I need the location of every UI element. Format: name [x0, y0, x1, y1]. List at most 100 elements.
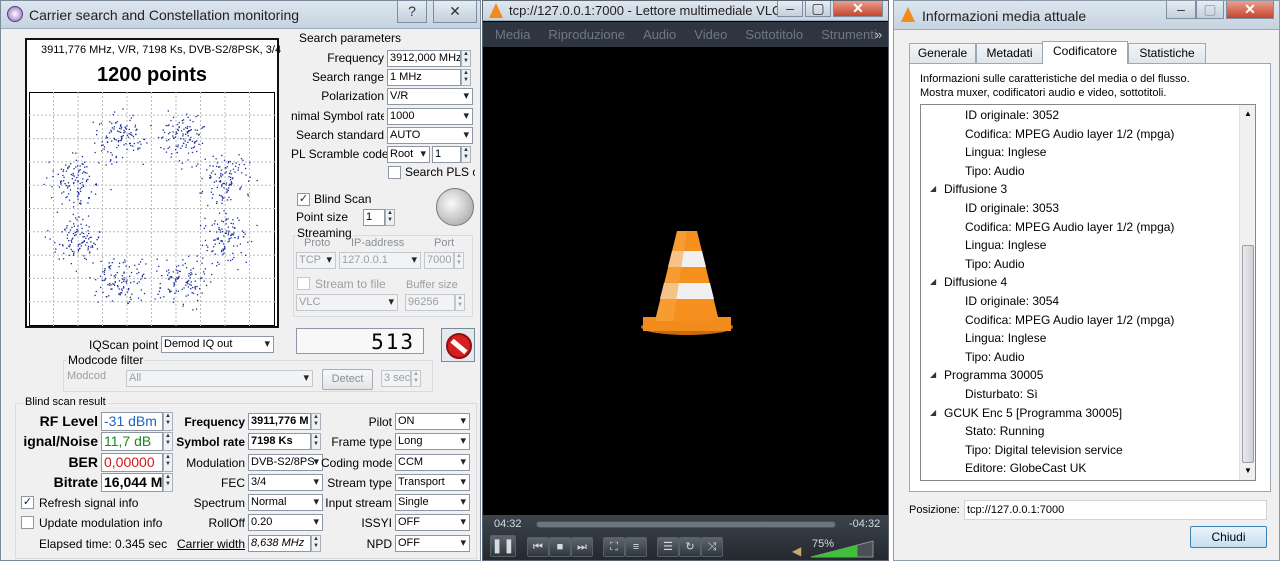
rolloff-select[interactable]: 0.20	[248, 514, 323, 531]
symbol-rate-spinner[interactable]: ▲ ▼	[311, 433, 321, 450]
volume-slider[interactable]	[809, 539, 875, 559]
scroll-down-icon[interactable]: ▼	[1244, 466, 1252, 475]
info-close-button[interactable]: ✕	[1226, 1, 1274, 19]
vlc-minimize-button[interactable]: –	[777, 1, 803, 17]
issyi-select[interactable]: OFF	[395, 514, 470, 531]
min-symbol-rate-select[interactable]: 1000	[387, 108, 473, 125]
menu-audio[interactable]: Audio	[643, 27, 676, 42]
tree-leaf[interactable]: Codifica: MPEG Audio layer 1/2 (mpga)	[965, 220, 1174, 234]
tree-leaf[interactable]: Tipo: Audio	[965, 257, 1025, 271]
input-stream-select[interactable]: Single	[395, 494, 470, 511]
detect-button[interactable]: Detect	[322, 369, 373, 390]
tree-node[interactable]: GCUK Enc 5 [Programma 30005]	[944, 406, 1122, 420]
tree-node[interactable]: Programma 30005	[944, 368, 1043, 382]
ber-spinner[interactable]: ▲ ▼	[163, 453, 173, 472]
rf-level-spinner[interactable]: ▲ ▼	[163, 412, 173, 431]
menu-riproduzione[interactable]: Riproduzione	[548, 27, 625, 42]
tree-leaf[interactable]: Disturbato: Sì	[965, 387, 1038, 401]
tree-expander-icon[interactable]: ◢	[930, 370, 936, 379]
menu-video[interactable]: Video	[694, 27, 727, 42]
tree-leaf[interactable]: Tipo: Audio	[965, 164, 1025, 178]
res-frequency-spinner[interactable]: ▲ ▼	[311, 413, 321, 430]
detect-time-input[interactable]: 3 sec	[381, 370, 411, 387]
satellite-logo[interactable]	[436, 188, 474, 226]
extended-settings-button[interactable]: ≡	[625, 537, 647, 557]
pl-scramble-number[interactable]: 1	[432, 146, 461, 163]
frame-type-select[interactable]: Long	[395, 433, 470, 450]
blind-scan-checkbox[interactable]: ✓	[297, 193, 310, 206]
speaker-icon[interactable]: ◀	[792, 544, 801, 558]
modulation-select[interactable]: DVB-S2/8PS	[248, 454, 323, 471]
seek-bar[interactable]	[536, 521, 836, 528]
coding-mode-select[interactable]: CCM	[395, 454, 470, 471]
menu-strumenti[interactable]: Strumenti	[821, 27, 877, 42]
scroll-thumb[interactable]	[1242, 245, 1254, 463]
loop-button[interactable]: ↻	[679, 537, 701, 557]
snr-spinner[interactable]: ▲ ▼	[163, 432, 173, 451]
tree-leaf[interactable]: ID originale: 3054	[965, 294, 1059, 308]
stream-type-select[interactable]: Transport	[395, 474, 470, 491]
tree-leaf[interactable]: ID originale: 3052	[965, 108, 1059, 122]
polarization-select[interactable]: V/R	[387, 88, 473, 105]
spectrum-select[interactable]: Normal	[248, 494, 323, 511]
tab-metadati[interactable]: Metadati	[976, 43, 1043, 63]
codec-tree[interactable]: ID originale: 3052 Codifica: MPEG Audio l…	[920, 104, 1256, 481]
frequency-spinner[interactable]: ▲ ▼	[461, 50, 471, 67]
tree-expander-icon[interactable]: ◢	[930, 277, 936, 286]
video-area[interactable]	[483, 47, 888, 515]
tree-expander-icon[interactable]: ◢	[930, 408, 936, 417]
tree-leaf[interactable]: Stato: Running	[965, 424, 1044, 438]
tree-leaf[interactable]: Tipo: Digital television service	[965, 443, 1123, 457]
tree-scrollbar[interactable]: ▲ ▼	[1239, 105, 1255, 480]
carrier-width-spinner[interactable]: ▲ ▼	[311, 535, 321, 552]
refresh-signal-checkbox[interactable]: ✓	[21, 496, 34, 509]
search-range-spinner[interactable]: ▲ ▼	[461, 69, 471, 86]
info-maximize-button[interactable]: ▢	[1196, 1, 1224, 19]
buffer-size-spinner[interactable]: ▲ ▼	[455, 294, 465, 311]
frequency-input[interactable]: 3912,000 MHz	[387, 50, 461, 67]
fec-select[interactable]: 3/4	[248, 474, 323, 491]
pilot-select[interactable]: ON	[395, 413, 470, 430]
tree-leaf[interactable]: Codifica: MPEG Audio layer 1/2 (mpga)	[965, 313, 1174, 327]
tree-leaf[interactable]: Codifica: MPEG Audio layer 1/2 (mpga)	[965, 127, 1174, 141]
tree-leaf[interactable]: Lingua: Inglese	[965, 238, 1046, 252]
bitrate-spinner[interactable]: ▲ ▼	[163, 473, 173, 492]
stop-button[interactable]	[441, 328, 475, 362]
tree-leaf[interactable]: Lingua: Inglese	[965, 331, 1046, 345]
iqscan-select[interactable]: Demod IQ out	[161, 336, 274, 353]
port-spinner[interactable]: ▲ ▼	[454, 252, 464, 269]
scroll-up-icon[interactable]: ▲	[1244, 109, 1252, 118]
vlc-maximize-button[interactable]: ▢	[805, 1, 831, 17]
buffer-size-input[interactable]: 96256	[405, 294, 455, 311]
previous-button[interactable]: ⏮	[527, 537, 549, 557]
tree-node[interactable]: Diffusione 3	[944, 182, 1007, 196]
modcode-select[interactable]: All	[126, 370, 313, 387]
point-size-spinner[interactable]: ▲ ▼	[385, 209, 395, 226]
update-modulation-checkbox[interactable]	[21, 516, 34, 529]
play-pause-button[interactable]: ❚❚	[490, 535, 516, 557]
player-select[interactable]: VLC	[296, 294, 398, 311]
info-minimize-button[interactable]: –	[1166, 1, 1196, 19]
tab-statistiche[interactable]: Statistiche	[1128, 43, 1206, 63]
close-button[interactable]: ✕	[433, 1, 477, 23]
tree-leaf[interactable]: Lingua: Inglese	[965, 145, 1046, 159]
search-pls-checkbox[interactable]	[388, 166, 401, 179]
tab-codificatore[interactable]: Codificatore	[1042, 41, 1128, 64]
vlc-close-button[interactable]: ✕	[833, 1, 883, 17]
npd-select[interactable]: OFF	[395, 535, 470, 552]
menu-media[interactable]: Media	[495, 27, 530, 42]
shuffle-button[interactable]: ⤨	[701, 537, 723, 557]
help-button[interactable]: ?	[397, 1, 427, 23]
detect-time-spinner[interactable]: ▲ ▼	[411, 370, 421, 387]
port-input[interactable]: 7000	[424, 252, 454, 269]
carrier-width-label[interactable]: Carrier width	[161, 537, 245, 551]
tree-leaf[interactable]: Editore: GlobeCast UK	[965, 461, 1086, 475]
position-field[interactable]: tcp://127.0.0.1:7000	[964, 500, 1267, 520]
stream-to-file-checkbox[interactable]	[297, 277, 310, 290]
tree-leaf[interactable]: Tipo: Audio	[965, 350, 1025, 364]
search-standard-select[interactable]: AUTO	[387, 127, 473, 144]
menu-sottotitolo[interactable]: Sottotitolo	[745, 27, 803, 42]
pl-scramble-spinner[interactable]: ▲ ▼	[461, 146, 471, 163]
tree-leaf[interactable]: ID originale: 3053	[965, 201, 1059, 215]
tree-node[interactable]: Diffusione 4	[944, 275, 1007, 289]
